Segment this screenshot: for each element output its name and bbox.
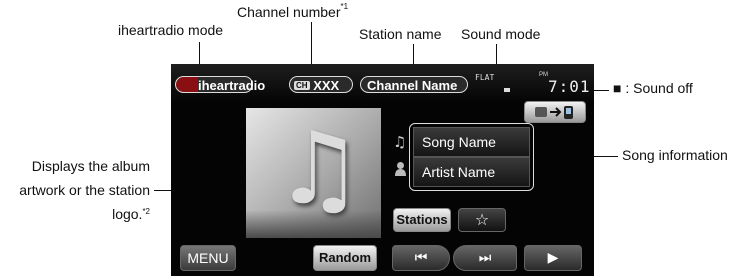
skip-forward-icon: ⏭ (478, 250, 492, 266)
stations-button-label: Stations (396, 212, 448, 227)
annotation-album-artwork-line3: logo.*2 (112, 206, 150, 222)
iheartradio-logo-text: iheartradio (198, 78, 266, 93)
sound-mode-value: FLAT (475, 73, 495, 82)
annotation-sound-mode: Sound mode (461, 26, 541, 42)
footnote-2: *2 (142, 207, 150, 216)
annotation-station-name: Station name (359, 26, 442, 42)
annotation-album-artwork: Displays the album artwork or the statio… (0, 154, 150, 226)
annotation-album-artwork-line1: Displays the album (31, 158, 150, 174)
annotation-song-information: Song information (622, 147, 728, 163)
menu-button[interactable]: MENU (180, 245, 236, 271)
iheartradio-logo: iheartradio (175, 76, 265, 93)
annotation-album-artwork-line2: artwork or the station (19, 182, 150, 198)
next-track-button[interactable]: ⏭ (453, 245, 517, 271)
annotation-sound-off: ■ : Sound off (613, 80, 693, 96)
play-icon: ▶ (547, 250, 559, 266)
annotation-channel-number: Channel number*1 (237, 2, 349, 20)
random-button[interactable]: Random (313, 245, 377, 271)
footnote-1: *1 (340, 2, 349, 11)
channel-name-display[interactable]: Channel Name (360, 76, 468, 93)
channel-number-display[interactable]: CH XXX (289, 76, 353, 93)
stations-button[interactable]: Stations (393, 208, 451, 232)
star-icon: ☆ (474, 210, 490, 229)
annotation-iheartradio-mode: iheartradio mode (118, 22, 224, 38)
sound-off-indicator (504, 88, 510, 92)
previous-track-button[interactable]: ⏮ (392, 245, 450, 271)
random-button-label: Random (319, 250, 371, 265)
leader-sound-mode (496, 44, 497, 66)
channel-number-value: XXX (313, 78, 340, 93)
source-switch-button[interactable] (524, 101, 586, 123)
clock-time: 7:01 (548, 77, 591, 96)
channel-badge: CH (294, 81, 310, 90)
device-screen: iheartradio CH XXX Channel Name FLAT PM … (171, 64, 594, 276)
source-switch-icon (533, 104, 577, 125)
clock-ampm: PM (539, 72, 548, 78)
annotation-channel-number-text: Channel number (237, 4, 341, 20)
music-note-artwork-icon: ♫ (274, 110, 364, 227)
play-button[interactable]: ▶ (524, 245, 582, 271)
album-artwork: ♫ (246, 108, 381, 238)
favorite-button[interactable]: ☆ (458, 208, 506, 232)
channel-name-value: Channel Name (367, 78, 458, 93)
music-note-icon: ♫ (393, 133, 407, 151)
artist-icon (394, 161, 407, 182)
skip-back-icon: ⏮ (414, 250, 428, 266)
menu-button-label: MENU (187, 250, 229, 266)
song-information-outline (409, 123, 534, 191)
